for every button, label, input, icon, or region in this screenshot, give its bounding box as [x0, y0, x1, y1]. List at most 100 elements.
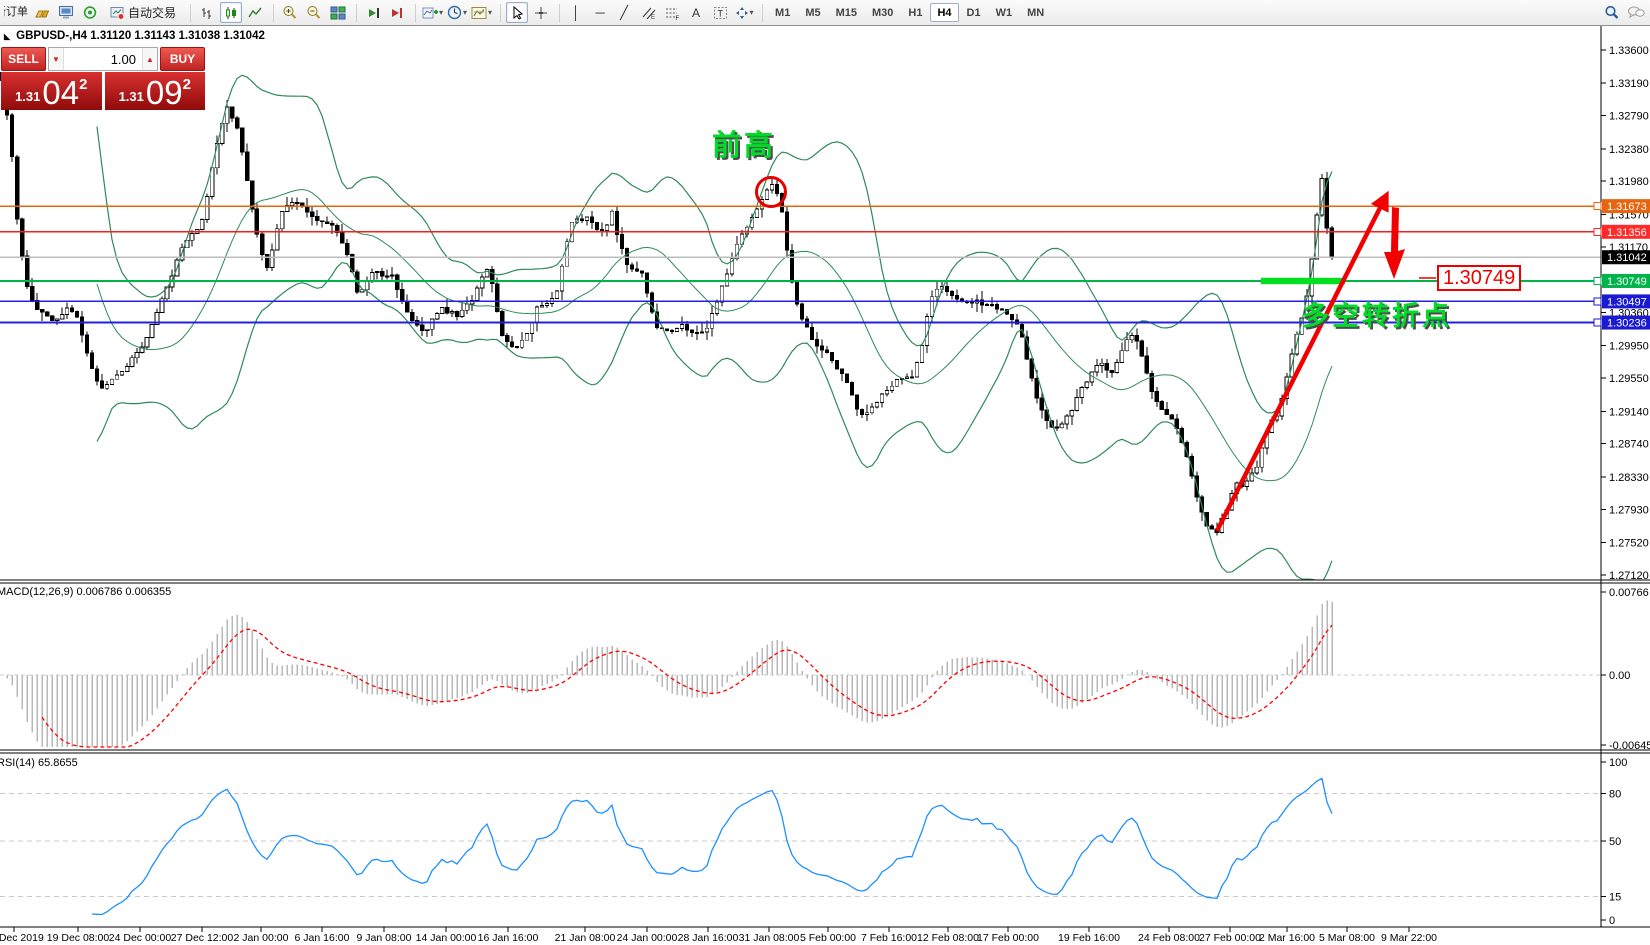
timeframe-m30[interactable]: M30	[865, 3, 900, 22]
bar-chart-icon	[200, 6, 214, 20]
tile-windows-button[interactable]	[327, 2, 349, 23]
separator	[757, 4, 763, 22]
previous-high-circle	[757, 178, 786, 207]
chat-icon	[1627, 5, 1645, 20]
rsi-panel	[0, 779, 1601, 915]
sell-price-pipette: 2	[79, 76, 87, 93]
svg-text:28 Jan 16:00: 28 Jan 16:00	[678, 932, 739, 944]
terminal-icon[interactable]	[55, 2, 77, 23]
svg-text:1.30497: 1.30497	[1607, 296, 1647, 308]
autotrade-button[interactable]: 自动交易	[103, 2, 183, 23]
new-order-label: 新订单	[3, 3, 28, 19]
window-marker-icon: ◣	[4, 32, 10, 41]
candle-chart-type-button[interactable]	[220, 2, 242, 23]
trendline-tool[interactable]: ╱	[613, 2, 635, 23]
fibonacci-tool[interactable]: F	[661, 2, 683, 23]
zoom-in-button[interactable]	[279, 2, 301, 23]
svg-text:7 Feb 16:00: 7 Feb 16:00	[861, 932, 917, 944]
annotation-turning-point: 多空转折点	[1302, 294, 1452, 333]
shapes-tool[interactable]: ▾	[733, 2, 755, 23]
annotation-previous-high: 前高	[712, 122, 776, 164]
svg-text:1.33600: 1.33600	[1609, 45, 1649, 57]
svg-text:80: 80	[1609, 789, 1621, 801]
text-tool[interactable]: A	[685, 2, 707, 23]
svg-text:0.00: 0.00	[1609, 670, 1630, 682]
macd-panel	[0, 600, 1601, 747]
svg-text:T: T	[717, 8, 723, 18]
svg-text:1.31673: 1.31673	[1607, 201, 1647, 213]
separator	[554, 4, 560, 22]
periods-button[interactable]: ▾	[446, 2, 468, 23]
svg-text:1.30749: 1.30749	[1607, 276, 1647, 288]
timeframe-mn[interactable]: MN	[1020, 3, 1051, 22]
horizontal-line-tool[interactable]: ─	[589, 2, 611, 23]
one-click-trading-panel: SELL ▼ 1.00 ▲ BUY 1.31 04 2 1.31 09 2	[1, 47, 205, 110]
svg-text:1.28740: 1.28740	[1609, 439, 1649, 451]
separator	[410, 4, 416, 22]
volume-value[interactable]: 1.00	[64, 48, 142, 70]
new-order-button[interactable]: 新订单	[3, 2, 29, 23]
svg-text:2 Mar 16:00: 2 Mar 16:00	[1259, 932, 1315, 944]
candles-layer	[0, 73, 1334, 536]
buy-button[interactable]: BUY	[160, 47, 205, 71]
volume-increase-button[interactable]: ▲	[142, 48, 157, 70]
volume-decrease-button[interactable]: ▼	[49, 48, 64, 70]
svg-text:1.32790: 1.32790	[1609, 111, 1649, 123]
mt4-window: { "toolbar": { "new_order_label": "新订单",…	[0, 0, 1650, 945]
signal-icon[interactable]	[79, 2, 101, 23]
chart-area: 1.336001.331901.327901.323801.319801.315…	[0, 26, 1650, 945]
chart-shift-icon	[390, 6, 405, 20]
bar-chart-type-button[interactable]	[196, 2, 218, 23]
gold-bars-icon[interactable]	[31, 2, 53, 23]
cursor-tool-button[interactable]	[506, 2, 528, 23]
zoom-out-button[interactable]	[303, 2, 325, 23]
text-label-tool[interactable]: T	[709, 2, 731, 23]
svg-text:24 Dec 00:00: 24 Dec 00:00	[109, 932, 172, 944]
buy-price-display[interactable]: 1.31 09 2	[105, 72, 206, 110]
auto-scroll-button[interactable]	[362, 2, 384, 23]
svg-text:16 Dec 2019: 16 Dec 2019	[0, 932, 44, 944]
shapes-icon	[735, 6, 749, 20]
support-highlight-bar	[1261, 278, 1345, 284]
svg-text:16 Jan 16:00: 16 Jan 16:00	[478, 932, 539, 944]
chevron-down-icon: ▾	[750, 8, 754, 17]
svg-text:24 Jan 00:00: 24 Jan 00:00	[617, 932, 678, 944]
svg-text:0.00766: 0.00766	[1609, 587, 1649, 599]
sell-button[interactable]: SELL	[1, 47, 46, 71]
timeframe-m1[interactable]: M1	[768, 3, 797, 22]
cursor-icon	[511, 6, 524, 20]
chat-button[interactable]	[1625, 2, 1647, 23]
svg-text:21 Jan 08:00: 21 Jan 08:00	[555, 932, 616, 944]
sell-price-main: 1.31	[15, 89, 40, 104]
buy-price-pips: 09	[146, 78, 183, 108]
indicators-button[interactable]: ▾	[421, 2, 444, 23]
separator	[268, 4, 274, 22]
autotrade-label: 自动交易	[128, 4, 176, 21]
channel-icon: E	[641, 6, 656, 20]
svg-text:5 Feb 00:00: 5 Feb 00:00	[800, 932, 856, 944]
line-chart-type-button[interactable]	[244, 2, 266, 23]
timeframe-w1[interactable]: W1	[989, 3, 1020, 22]
templates-button[interactable]: ▾	[470, 2, 493, 23]
line-chart-icon	[248, 6, 262, 20]
timeframe-d1[interactable]: D1	[960, 3, 988, 22]
search-button[interactable]	[1601, 2, 1623, 23]
timeframe-m15[interactable]: M15	[829, 3, 864, 22]
timeframe-m5[interactable]: M5	[798, 3, 827, 22]
svg-text:E: E	[651, 15, 655, 20]
timeframe-h1[interactable]: H1	[901, 3, 929, 22]
svg-text:1.29140: 1.29140	[1609, 406, 1649, 418]
buy-label: BUY	[170, 52, 195, 66]
vertical-line-tool[interactable]: │	[565, 2, 587, 23]
timeframe-h4[interactable]: H4	[930, 3, 958, 22]
fibonacci-icon: F	[665, 6, 680, 20]
chart-canvas[interactable]: 1.336001.331901.327901.323801.319801.315…	[0, 26, 1650, 945]
zoom-out-icon	[306, 5, 322, 20]
channel-tool[interactable]: E	[637, 2, 659, 23]
crosshair-tool-button[interactable]	[530, 2, 552, 23]
svg-text:1.31980: 1.31980	[1609, 176, 1649, 188]
chart-shift-button[interactable]	[386, 2, 408, 23]
buy-price-main: 1.31	[119, 89, 144, 104]
svg-text:1.28330: 1.28330	[1609, 472, 1649, 484]
sell-price-display[interactable]: 1.31 04 2	[1, 72, 102, 110]
